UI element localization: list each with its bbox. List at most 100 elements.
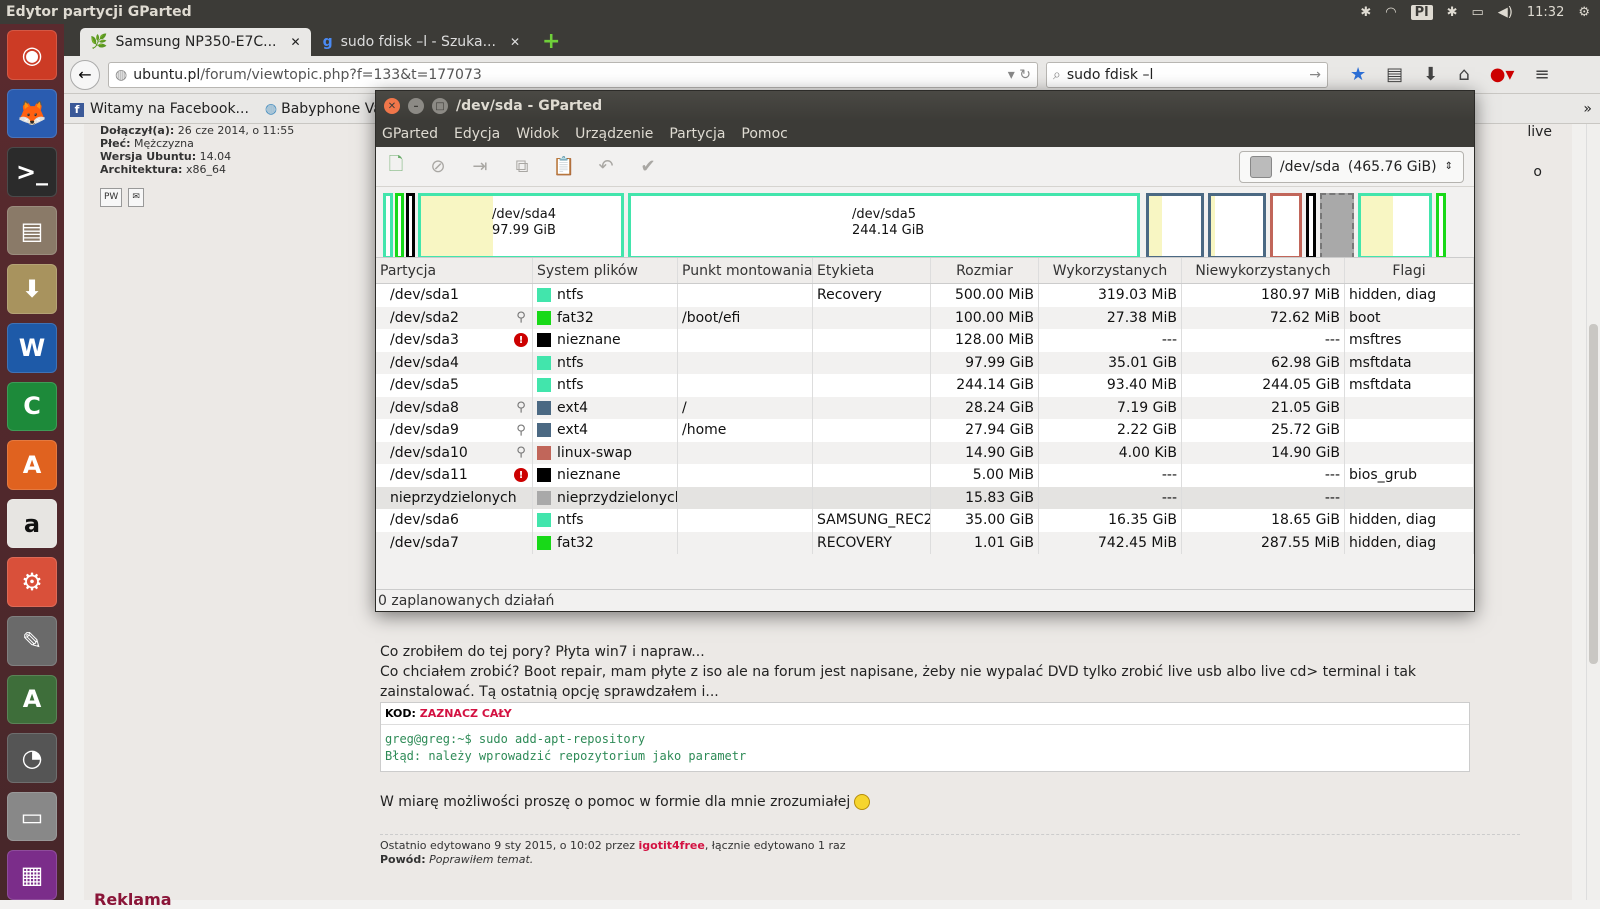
search-go-icon[interactable]: → <box>1309 67 1321 83</box>
tab-samsung[interactable]: 🌿 Samsung NP350-E7C... ✕ <box>80 28 311 56</box>
menu-icon[interactable]: ≡ <box>1534 64 1549 85</box>
column-header[interactable]: Partycja <box>376 258 533 283</box>
disk-map-sda11[interactable] <box>1306 193 1316 259</box>
table-row[interactable]: /dev/sda6 ntfs SAMSUNG_REC2 35.00 GiB 16.35 … <box>376 509 1474 532</box>
column-header[interactable]: Punkt montowania <box>678 258 813 283</box>
menu-item-0[interactable]: GParted <box>382 126 438 142</box>
search-field[interactable]: ⌕ sudo fdisk –l → <box>1046 61 1328 88</box>
table-row[interactable]: /dev/sda2 ⚲ fat32/boot/efi 100.00 MiB 27.38 … <box>376 306 1474 329</box>
menu-item-2[interactable]: Widok <box>516 126 559 142</box>
cell-mountpoint <box>678 531 813 554</box>
tab-google[interactable]: g sudo fdisk –l - Szuka... ✕ <box>313 28 530 56</box>
table-row[interactable]: nieprzydzielonych nieprzydzielonych 15.83 … <box>376 486 1474 509</box>
table-row[interactable]: /dev/sda11! nieznane 5.00 MiB --- --- bios_gr… <box>376 464 1474 487</box>
editor-link[interactable]: igotit4free <box>639 839 705 852</box>
table-row[interactable]: /dev/sda8 ⚲ ext4 / 28.24 GiB 7.19 GiB 21.05 Gi… <box>376 396 1474 419</box>
page-scrollbar[interactable] <box>1586 124 1600 900</box>
table-row[interactable]: /dev/sda10 ⚲ linux-swap 14.90 GiB 4.00 KiB 14… <box>376 441 1474 464</box>
copy-icon[interactable]: ⧉ <box>510 155 534 179</box>
column-header[interactable]: Wykorzystanych <box>1039 258 1182 283</box>
delete-icon[interactable]: ⊘ <box>426 155 450 179</box>
disk-map-sda3[interactable] <box>406 193 415 259</box>
close-tab-icon[interactable]: ✕ <box>291 35 301 49</box>
column-header[interactable]: Rozmiar <box>931 258 1039 283</box>
paste-icon[interactable]: 📋 <box>552 155 576 179</box>
column-header[interactable]: Flagi <box>1345 258 1474 283</box>
reading-list-icon[interactable]: ▤ <box>1386 64 1403 85</box>
device-selector[interactable]: /dev/sda (465.76 GiB) ⇕ <box>1238 150 1464 183</box>
new-tab-button[interactable]: + <box>532 28 570 56</box>
new-partition-icon[interactable]: 🗋 <box>384 154 408 179</box>
cell-mountpoint <box>678 441 813 464</box>
adblock-icon[interactable]: ●▾ <box>1490 64 1515 85</box>
terminal-icon[interactable]: >_ <box>7 147 57 197</box>
menu-item-5[interactable]: Pomoc <box>741 126 787 142</box>
resize-move-icon[interactable]: ⇥ <box>468 155 492 179</box>
bookmark-facebook[interactable]: f Witamy na Facebook... <box>70 101 249 117</box>
table-row[interactable]: /dev/sda5 ntfs 244.14 GiB 93.40 MiB 244.05 G… <box>376 374 1474 397</box>
amazon-icon[interactable]: a <box>7 498 57 549</box>
archive-icon[interactable]: ⬇ <box>7 264 57 314</box>
cell-label <box>813 396 931 419</box>
minimize-window-button[interactable]: – <box>408 98 424 114</box>
disk-map-sda1[interactable] <box>383 193 393 259</box>
disk-map-unallocated[interactable] <box>1320 193 1354 259</box>
volume-icon[interactable]: ◀) <box>1498 5 1513 20</box>
undo-icon[interactable]: ↶ <box>594 155 618 179</box>
wifi-icon[interactable]: ◠ <box>1385 5 1396 20</box>
table-row[interactable]: /dev/sda3! nieznane 128.00 MiB --- --- msftre… <box>376 329 1474 352</box>
settings-icon[interactable]: ⚙ <box>7 557 57 607</box>
bluetooth-icon-2[interactable]: ✱ <box>1447 5 1458 20</box>
disk-usage-icon[interactable]: ◔ <box>7 733 57 783</box>
private-message-button[interactable]: PW <box>100 188 123 207</box>
menu-item-4[interactable]: Partycja <box>669 126 725 142</box>
cell-label: Recovery <box>813 284 931 307</box>
drive-icon[interactable]: ▭ <box>7 791 57 842</box>
writer-icon[interactable]: W <box>7 322 57 373</box>
ubuntu-dash-icon[interactable]: ◉ <box>7 30 57 80</box>
table-row[interactable]: /dev/sda1 ntfs Recovery 500.00 MiB 319.03 Mi… <box>376 284 1474 307</box>
column-header[interactable]: Etykieta <box>813 258 931 283</box>
clock[interactable]: 11:32 <box>1527 5 1564 20</box>
maximize-window-button[interactable]: □ <box>432 98 448 114</box>
bookmark-babyphone[interactable]: ◍ Babyphone Va <box>265 101 382 117</box>
reload-icon[interactable]: ▾ ↻ <box>1008 67 1031 83</box>
menu-item-3[interactable]: Urządzenie <box>575 126 653 142</box>
disk-map-sda7[interactable] <box>1436 193 1446 259</box>
back-button[interactable]: ← <box>70 59 100 90</box>
disk-map-sda6[interactable] <box>1358 193 1432 259</box>
updater-icon[interactable]: A <box>7 674 57 725</box>
close-window-button[interactable]: ✕ <box>384 98 400 114</box>
battery-icon[interactable]: ▭ <box>1472 5 1484 20</box>
disk-map-sda2[interactable] <box>395 193 404 259</box>
close-tab-icon[interactable]: ✕ <box>510 35 520 49</box>
select-all-link[interactable]: ZAZNACZ CAŁY <box>420 707 512 720</box>
email-icon[interactable]: ✉ <box>128 188 144 207</box>
workspace-icon[interactable]: ▦ <box>7 850 57 900</box>
column-header[interactable]: System plików <box>533 258 678 283</box>
bookmark-star-icon[interactable]: ★ <box>1350 64 1366 85</box>
table-row[interactable]: /dev/sda4 ntfs 97.99 GiB 35.01 GiB 62.98 GiB… <box>376 351 1474 374</box>
cell-used: 93.40 MiB <box>1039 374 1182 397</box>
files-icon[interactable]: ▤ <box>7 205 57 256</box>
scrollbar-thumb[interactable] <box>1589 324 1598 664</box>
apply-icon[interactable]: ✔ <box>636 155 660 179</box>
tools-icon[interactable]: ✎ <box>7 615 57 666</box>
download-icon[interactable]: ⬇ <box>1423 64 1438 85</box>
gear-icon[interactable]: ⚙ <box>1578 5 1590 20</box>
bookmarks-overflow-icon[interactable]: » <box>1583 101 1592 117</box>
bluetooth-icon[interactable]: ✱ <box>1360 5 1371 20</box>
column-header[interactable]: Niewykorzystanych <box>1182 258 1345 283</box>
menu-item-1[interactable]: Edycja <box>454 126 500 142</box>
disk-map-sda9[interactable] <box>1208 193 1266 259</box>
software-center-icon[interactable]: A <box>7 440 57 490</box>
disk-map-sda10[interactable] <box>1270 193 1302 259</box>
disk-map-sda8[interactable] <box>1146 193 1204 259</box>
table-row[interactable]: /dev/sda7 fat32 RECOVERY 1.01 GiB 742.45 MiB… <box>376 531 1474 554</box>
table-row[interactable]: /dev/sda9 ⚲ ext4/home 27.94 GiB 2.22 GiB 25.7… <box>376 419 1474 442</box>
calc-icon[interactable]: C <box>7 381 57 432</box>
firefox-icon[interactable]: 🦊 <box>7 88 57 139</box>
home-icon[interactable]: ⌂ <box>1458 64 1469 85</box>
keyboard-layout-indicator[interactable]: Pl <box>1410 4 1433 20</box>
url-bar[interactable]: ◍ ubuntu.pl /forum/viewtopic.php?f=133&t… <box>108 61 1038 88</box>
